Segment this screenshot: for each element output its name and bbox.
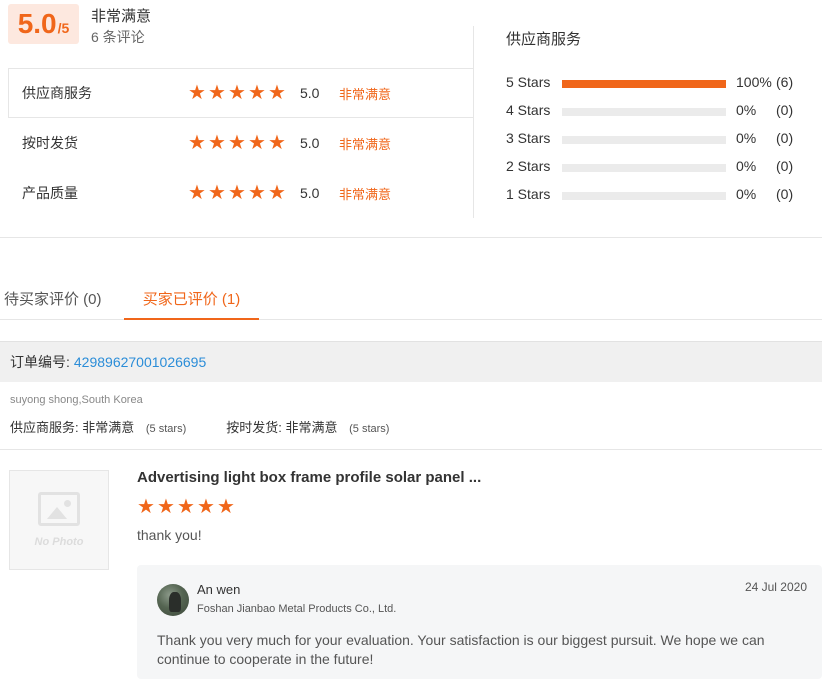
section-divider bbox=[0, 237, 822, 238]
star-icon: ★ bbox=[157, 496, 175, 518]
rating-score: 5.0 bbox=[300, 85, 320, 101]
avatar bbox=[157, 584, 189, 616]
star-icon: ★ bbox=[188, 182, 206, 204]
buyer-rating-label: 供应商服务: bbox=[10, 420, 79, 435]
distribution-bar bbox=[562, 80, 726, 88]
image-placeholder-icon bbox=[38, 492, 80, 526]
rating-row-supplier-service: 供应商服务 ★ ★ ★ ★ ★ 5.0 非常满意 bbox=[8, 68, 474, 118]
star-icon: ★ bbox=[228, 182, 246, 204]
distribution-label: 2 Stars bbox=[506, 158, 551, 174]
rating-stars: ★ ★ ★ ★ ★ bbox=[188, 132, 286, 154]
distribution-count: (0) bbox=[776, 130, 794, 146]
star-icon: ★ bbox=[208, 82, 226, 104]
buyer-rating-value: 非常满意 bbox=[285, 420, 338, 435]
star-icon: ★ bbox=[228, 132, 246, 154]
reply-text: Thank you very much for your evaluation.… bbox=[157, 632, 765, 667]
star-icon: ★ bbox=[197, 496, 215, 518]
tab-completed-reviews[interactable]: 买家已评价 (1) bbox=[124, 288, 259, 320]
distribution-title: 供应商服务 bbox=[506, 31, 582, 48]
star-icon: ★ bbox=[188, 132, 206, 154]
supplier-reply: An wen Foshan Jianbao Metal Products Co.… bbox=[137, 565, 822, 679]
distribution-bar bbox=[562, 108, 726, 116]
rating-text: 非常满意 bbox=[339, 86, 392, 102]
distribution-count: (0) bbox=[776, 186, 794, 202]
star-icon: ★ bbox=[208, 182, 226, 204]
distribution-percent: 0% bbox=[736, 158, 757, 174]
star-icon: ★ bbox=[188, 82, 206, 104]
distribution-count: (6) bbox=[776, 74, 794, 90]
reply-date: 24 Jul 2020 bbox=[744, 580, 807, 594]
reply-author-name: An wen bbox=[197, 582, 241, 597]
overall-score: 5.0 bbox=[17, 8, 57, 39]
rating-text: 非常满意 bbox=[339, 186, 392, 202]
star-icon: ★ bbox=[248, 82, 266, 104]
star-icon: ★ bbox=[217, 496, 235, 518]
tab-pending-reviews[interactable]: 待买家评价 (0) bbox=[4, 288, 102, 309]
rating-stars: ★ ★ ★ ★ ★ bbox=[188, 182, 286, 204]
distribution-row-5: 5 Stars 100% (6) bbox=[506, 74, 806, 94]
buyer-rating-ontime: 按时发货: 非常满意 (5 stars) bbox=[226, 417, 389, 436]
star-icon: ★ bbox=[137, 496, 155, 518]
buyer-rating-supplier-service: 供应商服务: 非常满意 (5 stars) bbox=[10, 417, 186, 436]
rating-score: 5.0 bbox=[300, 185, 320, 201]
star-icon: ★ bbox=[228, 82, 246, 104]
distribution-bar bbox=[562, 192, 726, 200]
star-icon: ★ bbox=[177, 496, 195, 518]
buyer-rating-value: 非常满意 bbox=[82, 420, 135, 435]
rating-text: 非常满意 bbox=[339, 136, 392, 152]
distribution-count: (0) bbox=[776, 102, 794, 118]
order-number-link[interactable]: 42989627001026695 bbox=[74, 354, 206, 370]
distribution-label: 4 Stars bbox=[506, 102, 551, 118]
distribution-row-3: 3 Stars 0% (0) bbox=[506, 130, 806, 150]
distribution-count: (0) bbox=[776, 158, 794, 174]
no-photo-text: No Photo bbox=[34, 536, 84, 548]
order-bar: 订单编号: 42989627001026695 bbox=[0, 341, 822, 382]
distribution-bar bbox=[562, 164, 726, 172]
distribution-row-4: 4 Stars 0% (0) bbox=[506, 102, 806, 122]
rating-row-ontime-delivery: 按时发货 ★ ★ ★ ★ ★ 5.0 非常满意 bbox=[8, 118, 474, 168]
review-tabs: 待买家评价 (0) 买家已评价 (1) bbox=[0, 274, 822, 320]
distribution-label: 3 Stars bbox=[506, 130, 551, 146]
rating-row-product-quality: 产品质量 ★ ★ ★ ★ ★ 5.0 非常满意 bbox=[8, 168, 474, 218]
rating-label: 供应商服务 bbox=[22, 85, 92, 101]
reply-company: Foshan Jianbao Metal Products Co., Ltd. bbox=[197, 603, 397, 615]
star-icon: ★ bbox=[208, 132, 226, 154]
star-icon: ★ bbox=[268, 82, 286, 104]
review-stars: ★ ★ ★ ★ ★ bbox=[137, 496, 235, 518]
distribution-row-1: 1 Stars 0% (0) bbox=[506, 186, 806, 206]
distribution-label: 5 Stars bbox=[506, 74, 551, 90]
rating-label: 产品质量 bbox=[22, 185, 78, 201]
distribution-percent: 0% bbox=[736, 186, 757, 202]
review-text: thank you! bbox=[137, 527, 202, 543]
buyer-rating-label: 按时发货: bbox=[226, 420, 282, 435]
buyer-rating-stars: (5 stars) bbox=[145, 423, 187, 435]
distribution-row-2: 2 Stars 0% (0) bbox=[506, 158, 806, 178]
star-icon: ★ bbox=[268, 132, 286, 154]
star-icon: ★ bbox=[248, 132, 266, 154]
buyer-ratings: 供应商服务: 非常满意 (5 stars) 按时发货: 非常满意 (5 star… bbox=[10, 417, 429, 436]
star-icon: ★ bbox=[268, 182, 286, 204]
rating-stars: ★ ★ ★ ★ ★ bbox=[188, 82, 286, 104]
product-title-link[interactable]: Advertising light box frame profile sola… bbox=[137, 469, 481, 486]
buyer-name: suyong shong,South Korea bbox=[10, 394, 143, 406]
star-icon: ★ bbox=[248, 182, 266, 204]
overall-score-badge: 5.0 /5 bbox=[8, 4, 79, 44]
rating-score: 5.0 bbox=[300, 135, 320, 151]
divider bbox=[0, 449, 822, 450]
rating-table: 供应商服务 ★ ★ ★ ★ ★ 5.0 非常满意 按时发货 ★ ★ ★ ★ ★ 5.0 非常满意… bbox=[8, 26, 474, 218]
distribution-percent: 0% bbox=[736, 102, 757, 118]
order-number-label: 订单编号: bbox=[10, 354, 70, 370]
distribution-bar-fill bbox=[562, 80, 726, 88]
distribution-bar bbox=[562, 136, 726, 144]
distribution-percent: 0% bbox=[736, 130, 757, 146]
distribution-percent: 100% bbox=[736, 74, 772, 90]
distribution-label: 1 Stars bbox=[506, 186, 551, 202]
overall-label: 非常满意 bbox=[91, 8, 152, 25]
product-image-placeholder[interactable]: No Photo bbox=[9, 470, 109, 570]
review-count: 6 条评论 bbox=[91, 29, 145, 45]
overall-score-suffix: /5 bbox=[57, 20, 70, 36]
rating-label: 按时发货 bbox=[22, 135, 78, 151]
buyer-rating-stars: (5 stars) bbox=[349, 423, 390, 435]
